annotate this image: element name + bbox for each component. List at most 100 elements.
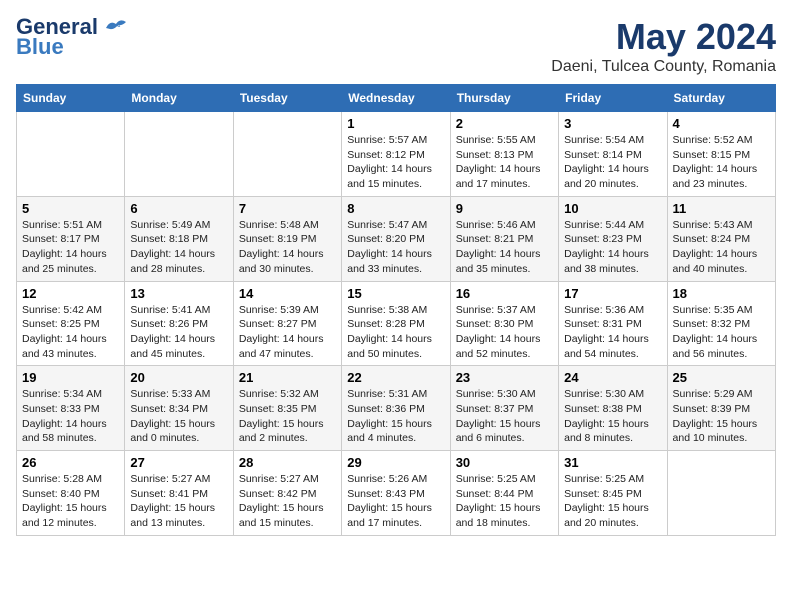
calendar-cell: 14 Sunrise: 5:39 AM Sunset: 8:27 PM Dayli… xyxy=(233,281,341,366)
calendar-cell: 15 Sunrise: 5:38 AM Sunset: 8:28 PM Dayli… xyxy=(342,281,450,366)
weekday-header-sunday: Sunday xyxy=(17,85,125,112)
calendar-cell: 9 Sunrise: 5:46 AM Sunset: 8:21 PM Daylig… xyxy=(450,196,558,281)
calendar-week-row: 12 Sunrise: 5:42 AM Sunset: 8:25 PM Dayli… xyxy=(17,281,776,366)
day-detail: Sunrise: 5:37 AM Sunset: 8:30 PM Dayligh… xyxy=(456,303,553,362)
calendar-cell: 20 Sunrise: 5:33 AM Sunset: 8:34 PM Dayli… xyxy=(125,366,233,451)
calendar-cell: 7 Sunrise: 5:48 AM Sunset: 8:19 PM Daylig… xyxy=(233,196,341,281)
day-detail: Sunrise: 5:54 AM Sunset: 8:14 PM Dayligh… xyxy=(564,133,661,192)
day-detail: Sunrise: 5:44 AM Sunset: 8:23 PM Dayligh… xyxy=(564,218,661,277)
day-detail: Sunrise: 5:34 AM Sunset: 8:33 PM Dayligh… xyxy=(22,387,119,446)
calendar-cell xyxy=(667,451,775,536)
calendar-cell: 26 Sunrise: 5:28 AM Sunset: 8:40 PM Dayli… xyxy=(17,451,125,536)
day-number: 17 xyxy=(564,286,661,301)
calendar-cell: 19 Sunrise: 5:34 AM Sunset: 8:33 PM Dayli… xyxy=(17,366,125,451)
day-number: 30 xyxy=(456,455,553,470)
calendar-cell: 11Sunrise: 5:43 AM Sunset: 8:24 PM Dayli… xyxy=(667,196,775,281)
day-detail: Sunrise: 5:33 AM Sunset: 8:34 PM Dayligh… xyxy=(130,387,227,446)
day-detail: Sunrise: 5:32 AM Sunset: 8:35 PM Dayligh… xyxy=(239,387,336,446)
day-detail: Sunrise: 5:49 AM Sunset: 8:18 PM Dayligh… xyxy=(130,218,227,277)
calendar-cell: 8 Sunrise: 5:47 AM Sunset: 8:20 PM Daylig… xyxy=(342,196,450,281)
calendar-cell: 17Sunrise: 5:36 AM Sunset: 8:31 PM Dayli… xyxy=(559,281,667,366)
calendar-cell: 13 Sunrise: 5:41 AM Sunset: 8:26 PM Dayli… xyxy=(125,281,233,366)
day-detail: Sunrise: 5:41 AM Sunset: 8:26 PM Dayligh… xyxy=(130,303,227,362)
day-number: 23 xyxy=(456,370,553,385)
calendar-cell: 5 Sunrise: 5:51 AM Sunset: 8:17 PM Daylig… xyxy=(17,196,125,281)
day-number: 7 xyxy=(239,201,336,216)
day-number: 8 xyxy=(347,201,444,216)
calendar-cell: 16Sunrise: 5:37 AM Sunset: 8:30 PM Dayli… xyxy=(450,281,558,366)
logo-bird-icon xyxy=(102,16,130,38)
day-number: 28 xyxy=(239,455,336,470)
calendar-cell xyxy=(233,112,341,197)
calendar-cell xyxy=(125,112,233,197)
calendar-cell: 25 Sunrise: 5:29 AM Sunset: 8:39 PM Dayli… xyxy=(667,366,775,451)
day-detail: Sunrise: 5:38 AM Sunset: 8:28 PM Dayligh… xyxy=(347,303,444,362)
day-number: 21 xyxy=(239,370,336,385)
day-detail: Sunrise: 5:30 AM Sunset: 8:37 PM Dayligh… xyxy=(456,387,553,446)
title-block: May 2024 Daeni, Tulcea County, Romania xyxy=(551,16,776,76)
calendar-week-row: 5 Sunrise: 5:51 AM Sunset: 8:17 PM Daylig… xyxy=(17,196,776,281)
day-detail: Sunrise: 5:30 AM Sunset: 8:38 PM Dayligh… xyxy=(564,387,661,446)
calendar-cell: 29 Sunrise: 5:26 AM Sunset: 8:43 PM Dayli… xyxy=(342,451,450,536)
calendar-cell: 1Sunrise: 5:57 AM Sunset: 8:12 PM Daylig… xyxy=(342,112,450,197)
day-number: 10 xyxy=(564,201,661,216)
calendar-cell: 22 Sunrise: 5:31 AM Sunset: 8:36 PM Dayli… xyxy=(342,366,450,451)
day-detail: Sunrise: 5:39 AM Sunset: 8:27 PM Dayligh… xyxy=(239,303,336,362)
day-number: 15 xyxy=(347,286,444,301)
calendar-cell: 12 Sunrise: 5:42 AM Sunset: 8:25 PM Dayli… xyxy=(17,281,125,366)
calendar-cell: 27 Sunrise: 5:27 AM Sunset: 8:41 PM Dayli… xyxy=(125,451,233,536)
calendar-cell xyxy=(17,112,125,197)
day-detail: Sunrise: 5:29 AM Sunset: 8:39 PM Dayligh… xyxy=(673,387,770,446)
logo-blue-text: Blue xyxy=(16,36,64,58)
day-detail: Sunrise: 5:27 AM Sunset: 8:41 PM Dayligh… xyxy=(130,472,227,531)
calendar-cell: 21 Sunrise: 5:32 AM Sunset: 8:35 PM Dayli… xyxy=(233,366,341,451)
day-number: 26 xyxy=(22,455,119,470)
day-number: 5 xyxy=(22,201,119,216)
day-detail: Sunrise: 5:52 AM Sunset: 8:15 PM Dayligh… xyxy=(673,133,770,192)
calendar-cell: 10 Sunrise: 5:44 AM Sunset: 8:23 PM Dayli… xyxy=(559,196,667,281)
weekday-header-saturday: Saturday xyxy=(667,85,775,112)
day-number: 29 xyxy=(347,455,444,470)
day-detail: Sunrise: 5:35 AM Sunset: 8:32 PM Dayligh… xyxy=(673,303,770,362)
calendar-week-row: 1Sunrise: 5:57 AM Sunset: 8:12 PM Daylig… xyxy=(17,112,776,197)
day-detail: Sunrise: 5:55 AM Sunset: 8:13 PM Dayligh… xyxy=(456,133,553,192)
day-detail: Sunrise: 5:27 AM Sunset: 8:42 PM Dayligh… xyxy=(239,472,336,531)
day-detail: Sunrise: 5:25 AM Sunset: 8:44 PM Dayligh… xyxy=(456,472,553,531)
calendar-week-row: 19 Sunrise: 5:34 AM Sunset: 8:33 PM Dayli… xyxy=(17,366,776,451)
day-detail: Sunrise: 5:26 AM Sunset: 8:43 PM Dayligh… xyxy=(347,472,444,531)
day-number: 27 xyxy=(130,455,227,470)
day-detail: Sunrise: 5:31 AM Sunset: 8:36 PM Dayligh… xyxy=(347,387,444,446)
weekday-header-friday: Friday xyxy=(559,85,667,112)
day-number: 25 xyxy=(673,370,770,385)
day-number: 12 xyxy=(22,286,119,301)
day-number: 13 xyxy=(130,286,227,301)
day-detail: Sunrise: 5:47 AM Sunset: 8:20 PM Dayligh… xyxy=(347,218,444,277)
day-number: 19 xyxy=(22,370,119,385)
calendar-table: SundayMondayTuesdayWednesdayThursdayFrid… xyxy=(16,84,776,536)
calendar-cell: 2Sunrise: 5:55 AM Sunset: 8:13 PM Daylig… xyxy=(450,112,558,197)
calendar-cell: 23 Sunrise: 5:30 AM Sunset: 8:37 PM Dayli… xyxy=(450,366,558,451)
day-number: 31 xyxy=(564,455,661,470)
day-number: 14 xyxy=(239,286,336,301)
day-number: 4 xyxy=(673,116,770,131)
weekday-header-row: SundayMondayTuesdayWednesdayThursdayFrid… xyxy=(17,85,776,112)
day-detail: Sunrise: 5:28 AM Sunset: 8:40 PM Dayligh… xyxy=(22,472,119,531)
weekday-header-tuesday: Tuesday xyxy=(233,85,341,112)
calendar-cell: 4 Sunrise: 5:52 AM Sunset: 8:15 PM Daylig… xyxy=(667,112,775,197)
day-number: 20 xyxy=(130,370,227,385)
calendar-week-row: 26 Sunrise: 5:28 AM Sunset: 8:40 PM Dayli… xyxy=(17,451,776,536)
day-number: 22 xyxy=(347,370,444,385)
day-detail: Sunrise: 5:48 AM Sunset: 8:19 PM Dayligh… xyxy=(239,218,336,277)
page-header: General Blue May 2024 Daeni, Tulcea Coun… xyxy=(16,16,776,76)
day-number: 6 xyxy=(130,201,227,216)
weekday-header-wednesday: Wednesday xyxy=(342,85,450,112)
calendar-cell: 3 Sunrise: 5:54 AM Sunset: 8:14 PM Daylig… xyxy=(559,112,667,197)
day-detail: Sunrise: 5:51 AM Sunset: 8:17 PM Dayligh… xyxy=(22,218,119,277)
day-detail: Sunrise: 5:42 AM Sunset: 8:25 PM Dayligh… xyxy=(22,303,119,362)
day-detail: Sunrise: 5:57 AM Sunset: 8:12 PM Dayligh… xyxy=(347,133,444,192)
calendar-cell: 6 Sunrise: 5:49 AM Sunset: 8:18 PM Daylig… xyxy=(125,196,233,281)
day-number: 9 xyxy=(456,201,553,216)
day-detail: Sunrise: 5:46 AM Sunset: 8:21 PM Dayligh… xyxy=(456,218,553,277)
day-number: 24 xyxy=(564,370,661,385)
day-number: 3 xyxy=(564,116,661,131)
